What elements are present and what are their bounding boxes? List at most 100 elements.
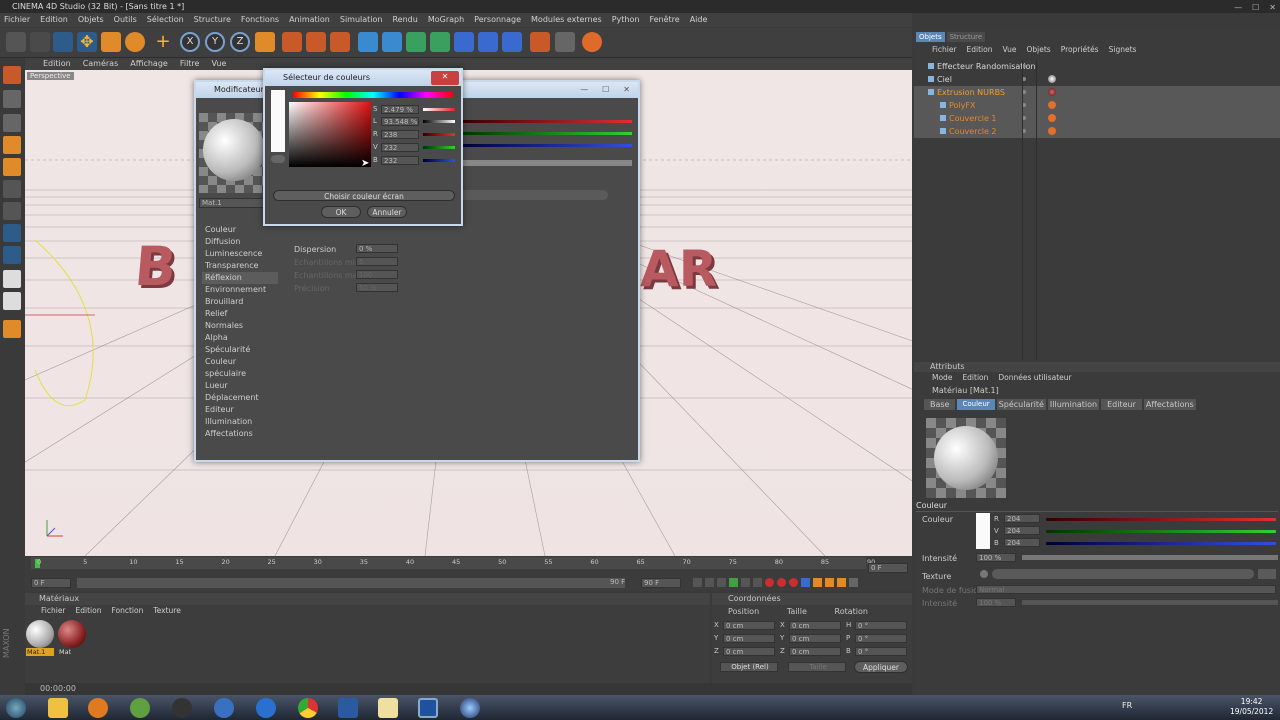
channel-item[interactable]: Relief	[202, 308, 278, 320]
scale-key-icon[interactable]	[813, 578, 822, 587]
editor-mat-name[interactable]: Mat.1	[199, 198, 271, 208]
go-end-icon[interactable]	[753, 578, 762, 587]
render-settings-icon[interactable]	[330, 32, 350, 52]
editor-b-slider[interactable]	[460, 144, 632, 147]
rotate-icon[interactable]	[125, 32, 145, 52]
language-indicator[interactable]: FR	[1122, 701, 1132, 710]
position-field[interactable]: 0 cm	[723, 634, 775, 643]
object-tag-icon[interactable]	[1048, 101, 1056, 109]
move-icon[interactable]: ✥	[77, 32, 97, 52]
samples-max-field[interactable]: 100	[356, 270, 398, 279]
object-row[interactable]: Couvercle 2	[914, 125, 1280, 138]
blend-intensity-field[interactable]: 100 %	[976, 598, 1016, 607]
param-key-icon[interactable]	[837, 578, 846, 587]
menu-outils[interactable]: Outils	[114, 13, 137, 27]
intensity-slider[interactable]	[1022, 555, 1278, 560]
obj-menu-proprietes[interactable]: Propriétés	[1061, 44, 1099, 56]
array-icon[interactable]	[430, 32, 450, 52]
material-swatch-mat[interactable]: Mat	[58, 620, 86, 658]
mat-menu-fichier[interactable]: Fichier	[41, 605, 66, 617]
app2-icon[interactable]	[214, 698, 234, 718]
blend-intensity-slider[interactable]	[1022, 600, 1278, 605]
object-tag-icon[interactable]	[1048, 114, 1056, 122]
r-field[interactable]: 238	[381, 130, 419, 139]
v-slider[interactable]	[423, 146, 455, 149]
apply-button[interactable]: Appliquer	[854, 661, 908, 673]
render-picture-icon[interactable]	[306, 32, 326, 52]
play-icon[interactable]	[729, 578, 738, 587]
tab-base[interactable]: Base	[924, 399, 956, 410]
texture-mode-icon[interactable]	[3, 114, 21, 132]
material-swatch-mat1[interactable]: Mat.1	[26, 620, 54, 658]
rotation-field[interactable]: 0 °	[855, 634, 907, 643]
size-field[interactable]: 0 cm	[789, 647, 841, 656]
b-slider[interactable]	[423, 159, 455, 162]
obj-menu-fichier[interactable]: Fichier	[932, 44, 957, 56]
v-slider[interactable]	[1046, 530, 1276, 533]
rot-key-icon[interactable]	[825, 578, 834, 587]
timeline[interactable]: 0 5 10 15 20 25 30 35 40 45 50 55 60 65 70 75 80 85 90 0 F…	[25, 557, 912, 591]
menu-simulation[interactable]: Simulation	[340, 13, 383, 27]
c4d-taskbar-icon[interactable]	[418, 698, 438, 718]
menu-personnage[interactable]: Personnage	[474, 13, 521, 27]
channel-item[interactable]: Environnement	[202, 284, 278, 296]
spline-icon[interactable]	[382, 32, 402, 52]
coordinate-system-icon[interactable]	[255, 32, 275, 52]
menu-objets[interactable]: Objets	[78, 13, 104, 27]
steam-icon[interactable]	[172, 698, 192, 718]
z-axis-icon[interactable]: Z	[230, 32, 250, 52]
saturation-lightness-square[interactable]	[289, 102, 371, 167]
obj-menu-vue[interactable]: Vue	[1002, 44, 1016, 56]
render-view-icon[interactable]	[282, 32, 302, 52]
environment-icon[interactable]	[502, 32, 522, 52]
word-icon[interactable]	[338, 698, 358, 718]
channel-item[interactable]: Diffusion	[202, 236, 278, 248]
position-field[interactable]: 0 cm	[723, 647, 775, 656]
tab-specularite[interactable]: Spécularité	[996, 399, 1046, 410]
vp-menu-cameras[interactable]: Caméras	[83, 58, 119, 70]
mat-menu-edition[interactable]: Edition	[76, 605, 102, 617]
mat-menu-texture[interactable]: Texture	[153, 605, 180, 617]
close-picker-button[interactable]: ✕	[431, 71, 459, 85]
channel-item[interactable]: Affectations	[202, 428, 278, 440]
texture-browse-button[interactable]	[1258, 569, 1276, 579]
menu-fichier[interactable]: Fichier	[4, 13, 30, 27]
object-row[interactable]: Extrusion NURBS	[914, 86, 1280, 99]
x-axis-icon[interactable]: X	[180, 32, 200, 52]
size-field[interactable]: 0 cm	[789, 621, 841, 630]
s-field[interactable]: 2.479 %	[381, 105, 419, 114]
media-icon[interactable]	[88, 698, 108, 718]
s-slider[interactable]	[423, 108, 455, 111]
r-slider[interactable]	[1046, 518, 1276, 521]
intensity-field[interactable]: 100 %	[976, 553, 1016, 562]
clock[interactable]: 19:42 19/05/2012	[1230, 697, 1273, 717]
menu-rendu[interactable]: Rendu	[392, 13, 417, 27]
ok-button[interactable]: OK	[321, 206, 361, 218]
scale-icon[interactable]	[101, 32, 121, 52]
end-frame-field[interactable]: 90 F	[641, 578, 681, 588]
object-tag-icon[interactable]	[1048, 75, 1056, 83]
scene-icon[interactable]	[478, 32, 498, 52]
quantize-icon[interactable]	[3, 292, 21, 310]
color-swatch[interactable]	[976, 513, 990, 549]
r-slider[interactable]	[423, 133, 455, 136]
redo-icon[interactable]	[30, 32, 50, 52]
channel-item[interactable]: Réflexion	[202, 272, 278, 284]
undo-icon[interactable]	[6, 32, 26, 52]
create-icon[interactable]: +	[153, 32, 173, 52]
record-icon[interactable]	[765, 578, 774, 587]
camera-icon[interactable]	[530, 32, 550, 52]
channel-item[interactable]: Brouillard	[202, 296, 278, 308]
tab-couleur[interactable]: Couleur	[957, 399, 995, 410]
b-field[interactable]: 204	[1004, 538, 1040, 547]
object-tag-icon[interactable]	[1048, 127, 1056, 135]
object-tag-icon[interactable]	[1048, 62, 1056, 70]
l-slider[interactable]	[423, 120, 455, 123]
texture-field[interactable]	[992, 569, 1254, 579]
autokey-icon[interactable]	[777, 578, 786, 587]
rotation-field[interactable]: 0 °	[855, 621, 907, 630]
y-axis-icon[interactable]: Y	[205, 32, 225, 52]
coord-size-mode-select[interactable]: Taille	[788, 662, 846, 672]
layout-icon[interactable]	[582, 32, 602, 52]
notes-icon[interactable]	[378, 698, 398, 718]
